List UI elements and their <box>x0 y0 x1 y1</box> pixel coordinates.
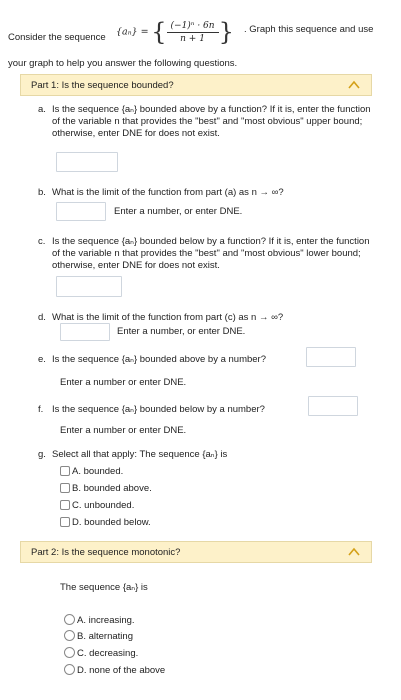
question-c: c. Is the sequence {aₙ} bounded below by… <box>38 236 372 272</box>
question-text: Select all that apply: The sequence {aₙ}… <box>52 449 228 460</box>
radio-button[interactable] <box>64 630 75 641</box>
option-g-c[interactable]: C. unbounded. <box>60 500 134 511</box>
checkbox[interactable] <box>60 517 70 527</box>
checkbox[interactable] <box>60 483 70 493</box>
option-g-d[interactable]: D. bounded below. <box>60 517 151 528</box>
option-label: A. bounded. <box>72 466 124 477</box>
sequence-fraction: (−1)ⁿ · 6n n + 1 <box>166 21 219 44</box>
option-g-a[interactable]: A. bounded. <box>60 466 123 477</box>
option-label: C. unbounded. <box>72 500 135 511</box>
option-label: D. bounded below. <box>72 517 151 528</box>
question-text: Is the sequence {aₙ} bounded above by a … <box>52 354 267 365</box>
question-text: What is the limit of the function from p… <box>52 312 284 323</box>
chevron-up-icon[interactable] <box>347 78 361 92</box>
answer-input-d[interactable] <box>60 323 110 341</box>
sequence-symbol: {aₙ} = <box>116 26 149 38</box>
answer-input-f[interactable] <box>308 396 358 416</box>
part2-title: Part 2: Is the sequence monotonic? <box>31 547 181 558</box>
question-b: b. What is the limit of the function fro… <box>38 187 372 199</box>
option-label: B. alternating <box>77 631 133 642</box>
option-label: B. bounded above. <box>72 483 152 494</box>
option-p2-a[interactable]: A. increasing. <box>64 614 135 626</box>
chevron-up-icon[interactable] <box>347 545 361 559</box>
option-label: C. decreasing. <box>77 648 139 659</box>
part2-header[interactable]: Part 2: Is the sequence monotonic? <box>20 541 372 563</box>
question-text: Is the sequence {aₙ} bounded above by a … <box>52 104 371 139</box>
question-g: g. Select all that apply: The sequence {… <box>38 449 372 461</box>
checkbox[interactable] <box>60 466 70 476</box>
part2-intro: The sequence {aₙ} is <box>60 582 148 593</box>
option-p2-d[interactable]: D. none of the above <box>64 664 165 676</box>
option-p2-b[interactable]: B. alternating <box>64 630 133 642</box>
question-letter: g. <box>38 449 46 460</box>
question-letter: f. <box>38 404 44 415</box>
option-label: D. none of the above <box>77 665 166 676</box>
hint-b: Enter a number, or enter DNE. <box>114 206 243 217</box>
hint-f: Enter a number or enter DNE. <box>60 425 187 436</box>
checkbox[interactable] <box>60 500 70 510</box>
radio-button[interactable] <box>64 664 75 675</box>
option-label: A. increasing. <box>77 615 135 626</box>
answer-input-a[interactable] <box>56 152 118 172</box>
radio-button[interactable] <box>64 647 75 658</box>
question-letter: d. <box>38 312 46 323</box>
option-g-b[interactable]: B. bounded above. <box>60 483 152 494</box>
question-letter: c. <box>38 236 46 247</box>
intro-graph-text: . Graph this sequence and use <box>244 24 374 35</box>
part1-header[interactable]: Part 1: Is the sequence bounded? <box>20 74 372 96</box>
question-letter: e. <box>38 354 46 365</box>
part1-title: Part 1: Is the sequence bounded? <box>31 80 174 91</box>
radio-button[interactable] <box>64 614 75 625</box>
option-p2-c[interactable]: C. decreasing. <box>64 647 138 659</box>
intro-consider: Consider the sequence <box>8 32 106 43</box>
hint-d: Enter a number, or enter DNE. <box>117 326 246 337</box>
hint-e: Enter a number or enter DNE. <box>60 377 187 388</box>
fraction-denominator: n + 1 <box>180 33 205 44</box>
question-text: What is the limit of the function from p… <box>52 187 284 198</box>
question-a: a. Is the sequence {aₙ} bounded above by… <box>38 104 372 140</box>
question-text: Is the sequence {aₙ} bounded below by a … <box>52 404 265 415</box>
fraction-numerator: (−1)ⁿ · 6n <box>166 21 219 33</box>
intro-line-2: your graph to help you answer the follow… <box>8 58 238 69</box>
answer-input-c[interactable] <box>56 276 122 297</box>
question-letter: b. <box>38 187 46 198</box>
sequence-formula: {aₙ} = {(−1)ⁿ · 6n n + 1} <box>116 18 234 46</box>
answer-input-e[interactable] <box>306 347 356 367</box>
question-text: Is the sequence {aₙ} bounded below by a … <box>52 236 370 271</box>
question-letter: a. <box>38 104 46 115</box>
answer-input-b[interactable] <box>56 202 106 221</box>
